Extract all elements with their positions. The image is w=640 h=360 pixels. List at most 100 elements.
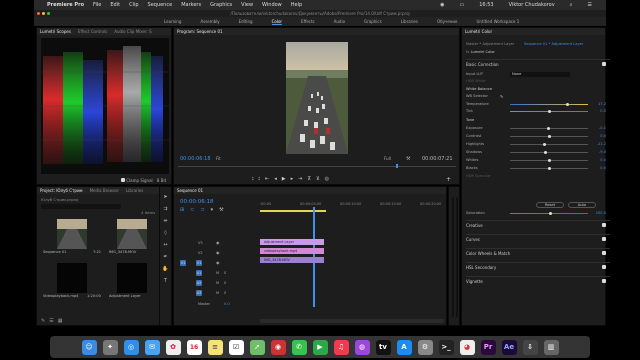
photo-booth-icon[interactable]: ◉ [270,339,286,355]
clamp-signal-option[interactable]: Clamp Signal 8 Bit [121,178,166,183]
tone-row[interactable]: Tone [466,117,606,123]
mute-button[interactable]: M [216,271,219,275]
pen-icon[interactable]: ✒ [160,251,171,263]
track-target-a1[interactable]: A1 [196,270,202,276]
menu-edit[interactable]: Edit [110,2,120,8]
go-to-in-icon[interactable]: ⇤ [265,176,274,182]
program-current-timecode[interactable]: 00:00:06:18 [180,156,211,162]
exposure-knob[interactable] [546,126,550,130]
slip-icon[interactable]: ↔ [160,239,171,251]
temperature-value[interactable]: 17.2 [598,102,606,106]
close-window-icon[interactable] [37,12,40,15]
wrench-icon[interactable]: ⚒ [406,156,411,162]
tab-lumetri-color[interactable]: Lumetri Color [465,29,492,34]
chrome-icon[interactable]: ◕ [459,339,475,355]
hsl-checkbox[interactable] [602,265,606,269]
eye-icon[interactable]: ◉ [216,260,220,265]
shadows-knob[interactable] [544,150,548,154]
whites-knob[interactable] [547,158,551,162]
write-icon[interactable]: ✎ [41,318,49,324]
settings-wrench-icon[interactable]: ⚒ [219,207,229,213]
exposure-value[interactable]: -0.1 [599,126,606,130]
trash-icon[interactable]: ▥ [543,339,559,355]
track-select-icon[interactable]: ⇉ [160,203,171,215]
section-vignette[interactable]: Vignette [466,276,610,285]
battery-icon[interactable]: ▭ [459,2,464,8]
maps-icon[interactable]: ➚ [249,339,265,355]
menu-user[interactable]: Viktor Chudakorov [509,2,555,8]
workspace-libraries[interactable]: Libraries [401,19,418,24]
safari-icon[interactable]: ◎ [123,339,139,355]
terminal-icon[interactable]: >_ [438,339,454,355]
program-quality-select[interactable]: Full [384,156,391,161]
downloads-icon[interactable]: ⇩ [522,339,538,355]
tab-sequence[interactable]: Sequence 01 [177,188,203,193]
workspace-audio[interactable]: Audio [334,19,345,24]
section-basic-correction[interactable]: Basic Correction [466,59,610,68]
slider-blacks[interactable]: Blacks 0.0 [466,165,606,171]
white-balance-row[interactable]: White Balance [466,86,606,92]
premiere-icon[interactable]: Pr [480,339,496,355]
input-lut-select[interactable]: None [510,71,570,77]
tab-media-browser[interactable]: Media Browser [90,188,120,193]
highlights-knob[interactable] [542,142,546,146]
mail-icon[interactable]: ✉ [144,339,160,355]
add-button-icon[interactable]: + [446,176,451,183]
timeline-timecode[interactable]: 00:00:06:18 [180,199,214,205]
tv-icon[interactable]: tv [375,339,391,355]
clip-adjustment-layer[interactable]: Adjustment Layer [260,239,324,245]
workspace-untitled[interactable]: Untitled Workspace 1 [476,19,519,24]
section-color-wheels[interactable]: Color Wheels & Match [466,248,610,257]
workspace-graphics[interactable]: Graphics [364,19,382,24]
solo-button[interactable]: S [224,271,226,275]
menu-markers[interactable]: Markers [181,2,201,8]
play-icon[interactable]: ▶ [282,176,291,182]
vignette-checkbox[interactable] [602,279,606,283]
tint-value[interactable]: 0.0 [600,109,606,113]
auto-button[interactable]: Auto [568,202,596,208]
program-fit-select[interactable]: Fit [216,156,221,161]
slider-whites[interactable]: Whites 0.0 [466,157,606,163]
tab-project[interactable]: Project: Юлуб Стрим [40,188,83,193]
tab-lumetri-scopes[interactable]: Lumetri Scopes [40,29,71,34]
curves-checkbox[interactable] [602,237,606,241]
lift-icon[interactable]: ⊼ [307,176,316,182]
workspace-assembly[interactable]: Assembly [200,19,219,24]
clip-videoplayback[interactable]: videoplayback.mp4 [260,248,324,254]
lumetri-source-select[interactable]: Master * Adjustment Layer [466,42,514,46]
slider-temperature[interactable]: Temperature 17.2 [466,101,606,107]
mute-button[interactable]: M [216,291,219,295]
app-menu[interactable]: Premiere Pro [47,2,84,8]
facetime-icon[interactable]: ▶ [312,339,328,355]
program-playhead[interactable] [396,164,398,168]
contrast-value[interactable]: 0.0 [600,134,606,138]
mute-button[interactable]: M [216,281,219,285]
menu-sequence[interactable]: Sequence [148,2,173,8]
color-wheels-checkbox[interactable] [602,251,606,255]
whites-value[interactable]: 0.0 [600,158,606,162]
ripple-edit-icon[interactable]: ⇹ [160,215,171,227]
eye-icon[interactable]: ◉ [216,240,220,245]
menu-file[interactable]: File [93,2,101,8]
slider-highlights[interactable]: Highlights -11.2 [466,141,606,147]
preferences-icon[interactable]: ⚙ [417,339,433,355]
razor-icon[interactable]: ◊ [160,227,171,239]
extract-icon[interactable]: ⊻ [316,176,325,182]
track-target-a3[interactable]: A3 [196,290,202,296]
workspace-learning[interactable]: Learning [164,19,181,24]
creative-checkbox[interactable] [602,223,606,227]
source-patch-v1[interactable]: V1 [180,260,186,266]
eye-icon[interactable]: ◉ [216,250,220,255]
highlights-value[interactable]: -11.2 [597,142,606,146]
selection-tool-icon[interactable]: ➤ [160,191,171,203]
section-curves[interactable]: Curves [466,234,610,243]
solo-button[interactable]: S [224,291,226,295]
menu-view[interactable]: View [241,2,253,8]
menu-graphics[interactable]: Graphics [210,2,232,8]
project-item-videoplayback[interactable]: Videoplayback.mp4 1:20:00 [43,263,105,299]
program-scrub-bar[interactable] [178,166,456,167]
nest-icon[interactable]: ⊞ [180,207,190,213]
tab-effect-controls[interactable]: Effect Controls [78,29,107,34]
list-view-icon[interactable]: ☰ [49,318,57,324]
reminders-icon[interactable]: ☑ [228,339,244,355]
